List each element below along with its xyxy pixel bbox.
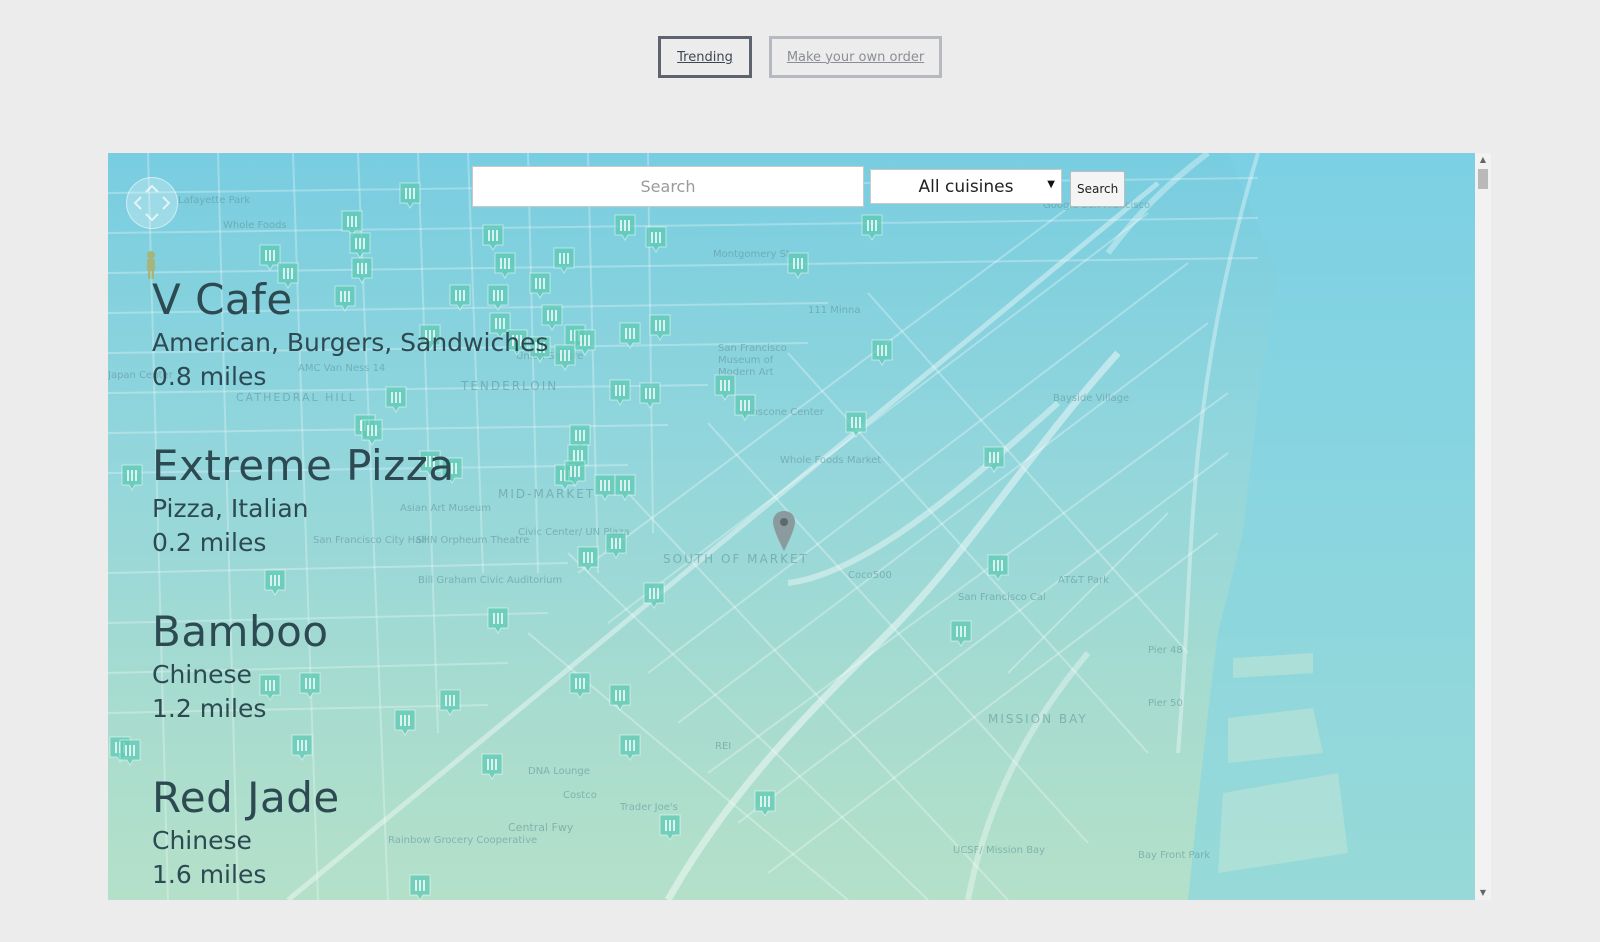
svg-text:Bay Front Park: Bay Front Park <box>1138 850 1210 861</box>
svg-text:UCSF/ Mission Bay: UCSF/ Mission Bay <box>953 845 1045 856</box>
pan-arrows-icon <box>133 184 171 222</box>
restaurant-marker-icon[interactable] <box>986 553 1010 581</box>
restaurant-marker-icon[interactable] <box>493 251 517 279</box>
restaurant-name: V Cafe <box>152 275 293 324</box>
cuisine-select-value: All cuisines <box>918 176 1014 197</box>
search-button[interactable]: Search <box>1070 171 1125 207</box>
restaurant-marker-icon[interactable] <box>870 338 894 366</box>
restaurant-cuisine: Chinese <box>152 660 252 689</box>
tab-make-your-own-order[interactable]: Make your own order <box>769 36 942 78</box>
svg-text:Montgomery St: Montgomery St <box>713 249 790 260</box>
restaurant-cuisine: Chinese <box>152 826 252 855</box>
svg-text:Pier 48: Pier 48 <box>1148 645 1183 656</box>
restaurant-cuisine: American, Burgers, Sandwiches <box>152 328 549 357</box>
map-pan-control[interactable] <box>126 177 178 229</box>
svg-text:San Francisco Cal: San Francisco Cal <box>958 592 1046 603</box>
restaurant-marker-icon[interactable] <box>481 223 505 251</box>
restaurant-name: Bamboo <box>152 607 329 656</box>
scroll-up-arrow-icon[interactable]: ▲ <box>1475 153 1491 167</box>
scroll-down-arrow-icon[interactable]: ▼ <box>1475 886 1491 900</box>
top-tabs: Trending Make your own order <box>0 0 1600 120</box>
svg-text:Bayside Village: Bayside Village <box>1053 393 1129 404</box>
svg-text:Whole Foods Market: Whole Foods Market <box>780 455 881 466</box>
restaurant-marker-icon[interactable] <box>613 213 637 241</box>
restaurant-marker-icon[interactable] <box>786 251 810 279</box>
svg-text:MISSION BAY: MISSION BAY <box>988 712 1088 726</box>
current-location-pin-icon <box>773 511 795 551</box>
svg-text:Coco500: Coco500 <box>848 570 892 581</box>
restaurant-name: Red Jade <box>152 773 340 822</box>
restaurant-item[interactable]: Bamboo Chinese 1.2 miles <box>152 610 752 776</box>
svg-text:Whole Foods: Whole Foods <box>223 220 287 231</box>
scroll-thumb[interactable] <box>1478 169 1488 189</box>
svg-text:111 Minna: 111 Minna <box>808 305 860 316</box>
restaurant-marker-icon[interactable] <box>348 231 372 259</box>
restaurant-list: V Cafe American, Burgers, Sandwiches 0.8… <box>152 278 752 942</box>
restaurant-marker-icon[interactable] <box>753 789 777 817</box>
restaurant-item[interactable]: Red Jade Chinese 1.6 miles <box>152 776 752 942</box>
restaurant-marker-icon[interactable] <box>949 619 973 647</box>
svg-text:Pier 50: Pier 50 <box>1148 698 1183 709</box>
restaurant-marker-icon[interactable] <box>398 181 422 209</box>
svg-text:AT&T Park: AT&T Park <box>1058 575 1109 586</box>
cuisine-select[interactable]: All cuisines ▼ <box>870 169 1062 204</box>
restaurant-distance: 1.2 miles <box>152 694 267 723</box>
restaurant-distance: 0.8 miles <box>152 362 267 391</box>
tab-trending[interactable]: Trending <box>658 36 752 78</box>
restaurant-marker-icon[interactable] <box>552 246 576 274</box>
restaurant-item[interactable]: V Cafe American, Burgers, Sandwiches 0.8… <box>152 278 752 444</box>
restaurant-distance: 1.6 miles <box>152 860 267 889</box>
svg-text:Lafayette Park: Lafayette Park <box>178 195 250 206</box>
restaurant-marker-icon[interactable] <box>118 738 142 766</box>
restaurant-cuisine: Pizza, Italian <box>152 494 309 523</box>
restaurant-marker-icon[interactable] <box>860 213 884 241</box>
dropdown-arrow-icon: ▼ <box>1047 179 1055 190</box>
restaurant-item[interactable]: Extreme Pizza Pizza, Italian 0.2 miles <box>152 444 752 610</box>
restaurant-marker-icon[interactable] <box>844 410 868 438</box>
restaurant-name: Extreme Pizza <box>152 441 455 490</box>
search-input[interactable] <box>472 166 864 207</box>
restaurant-marker-icon[interactable] <box>982 445 1006 473</box>
restaurant-marker-icon[interactable] <box>120 463 144 491</box>
restaurant-marker-icon[interactable] <box>644 225 668 253</box>
scrollbar[interactable]: ▲ ▼ <box>1475 153 1491 900</box>
restaurant-distance: 0.2 miles <box>152 528 267 557</box>
